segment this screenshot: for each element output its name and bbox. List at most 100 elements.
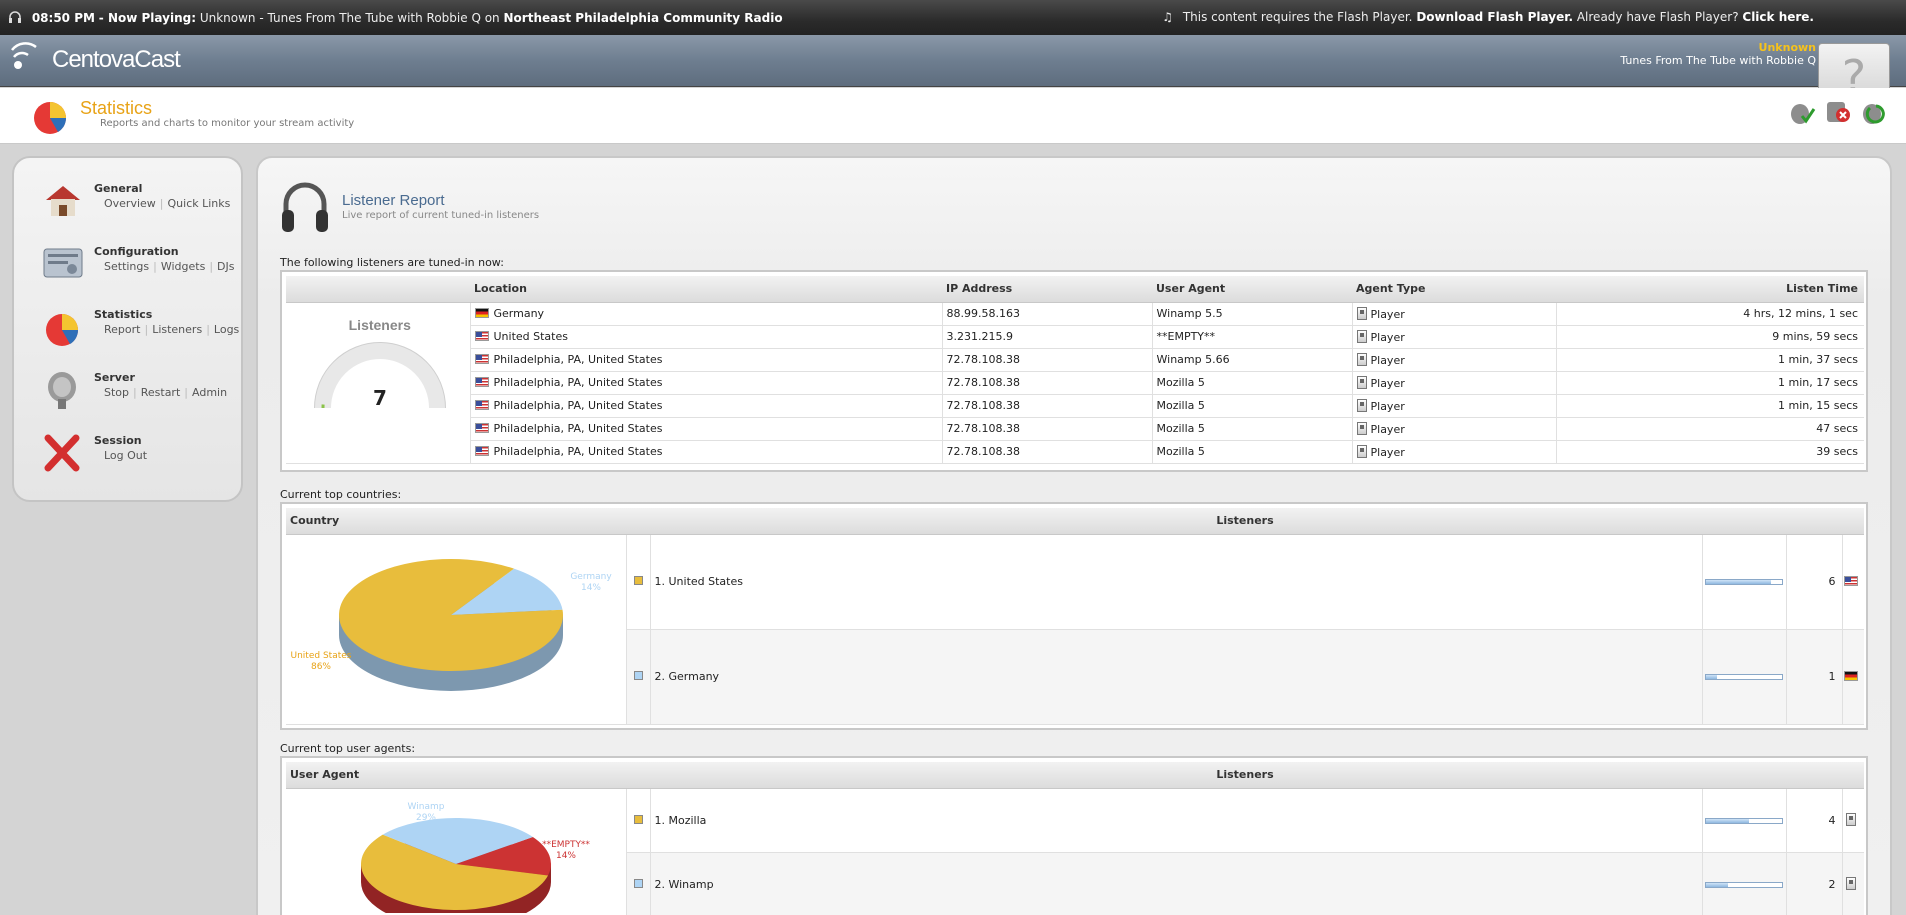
countries-pie-chart: Germany 14% United States 86%: [291, 558, 612, 691]
col-listeners: Listeners: [626, 762, 1864, 789]
close-x-icon: [42, 432, 84, 474]
pie-label-winamp: Winamp: [408, 802, 445, 812]
agent-type-cell: Player: [1351, 394, 1556, 418]
logo-text: CentovaCast: [52, 46, 181, 73]
location-cell: Philadelphia, PA, United States: [469, 348, 942, 372]
agent-count: 4: [1785, 788, 1842, 853]
ip-cell: 72.78.108.38: [941, 440, 1152, 464]
flash-notice: ♫ This content requires the Flash Player…: [1162, 10, 1814, 24]
listener-row: Listeners 7 Germany 88.99.58.163 Winamp 5.…: [286, 302, 1864, 464]
sidebar-item-server[interactable]: Server Stop | Restart | Admin: [28, 369, 228, 425]
flag-germany-icon: [1843, 671, 1858, 681]
toolbar: [1788, 98, 1888, 126]
ip-cell: 3.231.215.9: [941, 325, 1152, 349]
admin-link[interactable]: Admin: [192, 386, 227, 399]
broadcast-waves-icon: [10, 41, 48, 80]
agent-type: Player: [1370, 376, 1405, 390]
player-icon: [1356, 329, 1367, 343]
legend-swatch: [633, 671, 643, 680]
listener-row: Philadelphia, PA, United States 72.78.108…: [286, 440, 1864, 464]
home-icon: [42, 180, 84, 222]
sidebar-item-session[interactable]: Session Log Out: [28, 432, 228, 488]
settings-link[interactable]: Settings: [104, 260, 149, 273]
ip-cell: 72.78.108.38: [941, 371, 1152, 395]
agent-cell: Winamp 5.5: [1151, 302, 1352, 326]
on-word: on: [484, 11, 500, 25]
sidebar-links: Stop | Restart | Admin: [104, 386, 228, 399]
agent-cell: **EMPTY**: [1151, 325, 1352, 349]
stop-server-icon[interactable]: [1824, 98, 1852, 126]
headphones-icon: [8, 10, 22, 24]
sidebar-links: Overview | Quick Links: [104, 197, 231, 210]
agent-cell: Winamp 5.66: [1151, 348, 1352, 372]
location: United States: [493, 330, 569, 343]
pie-pct-us: 86%: [311, 662, 331, 672]
country-count: 6: [1785, 534, 1842, 630]
gauge-title: Listeners: [348, 316, 411, 333]
agent-bar: [1705, 881, 1783, 888]
agent-type: Player: [1370, 422, 1405, 436]
player-icon: [1356, 352, 1367, 366]
agents-pie-cell: Winamp 29% **EMPTY** 14%: [286, 788, 626, 915]
flag-us-icon: [474, 377, 489, 387]
col-listeners: Listeners: [626, 508, 1864, 535]
station-name: Northeast Philadelphia Community Radio: [503, 11, 783, 25]
listen-time-cell: 1 min, 37 secs: [1555, 348, 1864, 372]
quick-links-link[interactable]: Quick Links: [168, 197, 231, 210]
player-icon: [1356, 398, 1367, 412]
location-cell: Philadelphia, PA, United States: [469, 371, 942, 395]
listeners-link[interactable]: Listeners: [152, 323, 202, 336]
centovacast-logo[interactable]: CentovaCast: [10, 41, 181, 80]
agent-cell: Mozilla 5: [1151, 394, 1352, 418]
player-icon: [1846, 877, 1857, 890]
header-now-playing: Unknown Tunes From The Tube with Robbie …: [1620, 41, 1816, 67]
location: Philadelphia, PA, United States: [493, 353, 663, 366]
sidebar-item-configuration[interactable]: Configuration Settings | Widgets | DJs: [28, 243, 234, 299]
player-icon: [1356, 444, 1367, 458]
agents-pie-chart: Winamp 29% **EMPTY** 14%: [361, 802, 590, 915]
location: Philadelphia, PA, United States: [493, 399, 663, 412]
sidebar: General Overview | Quick Links Configurati…: [12, 156, 243, 502]
restart-server-icon[interactable]: [1860, 98, 1888, 126]
flag-us-icon: [474, 446, 489, 456]
agent-type: Player: [1370, 399, 1405, 413]
location-cell: Philadelphia, PA, United States: [469, 394, 942, 418]
location-cell: United States: [469, 325, 942, 349]
agent-type-cell: Player: [1351, 440, 1556, 464]
pie-pct-empty: 14%: [556, 851, 576, 861]
listen-time-cell: 1 min, 17 secs: [1555, 371, 1864, 395]
sidebar-item-general[interactable]: General Overview | Quick Links: [28, 180, 231, 236]
player-icon: [1356, 375, 1367, 389]
listen-time-cell: 4 hrs, 12 mins, 1 sec: [1555, 302, 1864, 326]
sidebar-item-title: Session: [94, 434, 142, 447]
pie-pct-winamp: 29%: [416, 813, 436, 823]
col-agent-type: Agent Type: [1352, 276, 1556, 303]
listeners-caption: The following listeners are tuned-in now…: [280, 256, 504, 269]
server-dish-icon: [42, 369, 84, 411]
djs-link[interactable]: DJs: [217, 260, 234, 273]
overview-link[interactable]: Overview: [104, 197, 156, 210]
restart-link[interactable]: Restart: [141, 386, 181, 399]
logs-link[interactable]: Logs: [214, 323, 239, 336]
sidebar-item-statistics[interactable]: Statistics Report | Listeners | Logs: [28, 306, 239, 362]
widgets-link[interactable]: Widgets: [161, 260, 205, 273]
flash-download-link[interactable]: Download Flash Player.: [1416, 10, 1573, 24]
agent-type: Player: [1370, 330, 1405, 344]
stop-link[interactable]: Stop: [104, 386, 129, 399]
listener-row: Philadelphia, PA, United States 72.78.108…: [286, 348, 1864, 372]
col-ip: IP Address: [942, 276, 1152, 303]
country-count: 1: [1785, 629, 1842, 725]
col-location: Location: [470, 276, 942, 303]
agents-box: User Agent Listeners Winamp 29% **EMPTY*…: [280, 756, 1868, 915]
headphones-icon: [282, 182, 328, 232]
report-link[interactable]: Report: [104, 323, 140, 336]
flag-de-icon: [474, 308, 489, 318]
header-title: Tunes From The Tube with Robbie Q: [1620, 54, 1816, 67]
start-server-icon[interactable]: [1788, 98, 1816, 126]
flash-click-link[interactable]: Click here.: [1742, 10, 1814, 24]
log-out-link[interactable]: Log Out: [104, 449, 147, 462]
sidebar-item-title: Configuration: [94, 245, 179, 258]
listen-time-cell: 1 min, 15 secs: [1555, 394, 1864, 418]
country-bar: [1705, 579, 1783, 585]
ip-cell: 72.78.108.38: [941, 394, 1152, 418]
